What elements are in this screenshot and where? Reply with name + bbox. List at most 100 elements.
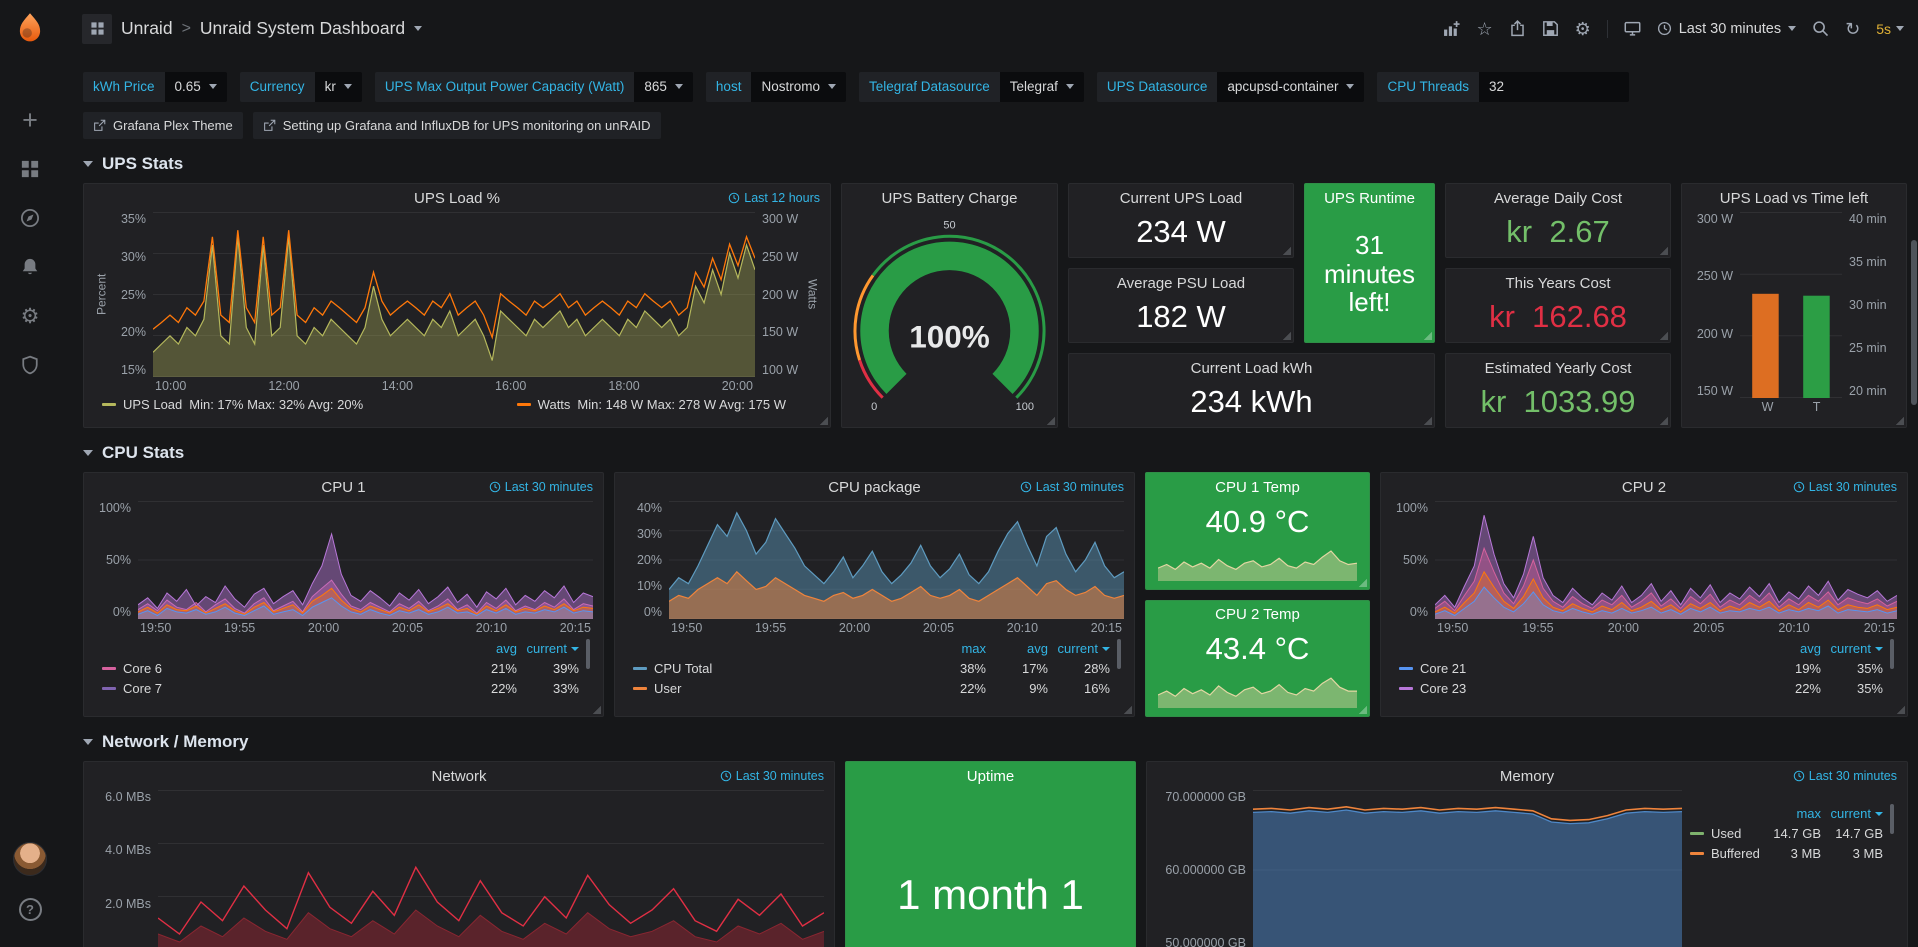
section-ups-stats[interactable]: UPS Stats (83, 139, 1908, 183)
legend-row[interactable]: Core 722%33% (102, 678, 579, 698)
breadcrumb-app[interactable]: Unraid (121, 18, 173, 39)
legend-scrollbar[interactable] (586, 639, 590, 669)
resize-handle[interactable] (1282, 246, 1291, 255)
legend-scrollbar[interactable] (1890, 639, 1894, 669)
panel-average-psu-load: Average PSU Load 182 W (1068, 268, 1294, 343)
legend-header: avgcurrent (1399, 638, 1883, 658)
legend-item[interactable]: UPS LoadMin: 17% Max: 32% Avg: 20% (102, 397, 363, 412)
save-button[interactable] (1542, 20, 1559, 37)
legend-row[interactable]: CPU Total38%17%28% (633, 658, 1110, 678)
variable-value-dropdown[interactable]: Nostromo (751, 72, 846, 102)
caret-down-icon (1788, 26, 1796, 31)
variable-value-dropdown[interactable]: 0.65 (165, 72, 227, 102)
chart-plot[interactable] (1253, 790, 1682, 947)
dashboard-grid-icon[interactable] (82, 14, 112, 44)
dashboard-links-row: Grafana Plex Theme Setting up Grafana an… (83, 112, 1908, 139)
chart-plot[interactable] (1435, 501, 1897, 619)
user-avatar[interactable] (13, 842, 47, 876)
dashboard-settings-button[interactable]: ⚙ (1575, 20, 1591, 38)
star-button[interactable]: ☆ (1476, 20, 1492, 38)
grafana-logo[interactable] (12, 11, 48, 47)
refresh-button[interactable]: ↻ (1845, 20, 1860, 38)
legend-row[interactable]: Core 2119%35% (1399, 658, 1883, 678)
admin-shield-icon[interactable] (19, 354, 41, 376)
alerting-bell-icon[interactable] (19, 256, 41, 278)
chart-plot[interactable] (158, 790, 824, 947)
y-axis-left: 300 W250 W200 W150 W (1692, 212, 1740, 398)
zoom-out-button[interactable] (1812, 20, 1829, 37)
legend-row[interactable]: Used14.7 GB14.7 GB (1690, 823, 1883, 843)
resize-handle[interactable] (592, 705, 601, 714)
clock-icon (1793, 481, 1805, 493)
refresh-interval-dropdown[interactable]: 5s (1876, 21, 1904, 37)
create-icon[interactable]: + (19, 109, 41, 131)
variable-kwh-price: kWh Price 0.65 (83, 72, 227, 102)
chart-plot[interactable] (138, 501, 593, 619)
legend-scrollbar[interactable] (1117, 639, 1121, 669)
dashboard-link[interactable]: Grafana Plex Theme (83, 112, 243, 139)
legend-row[interactable]: Buffered3 MB3 MB (1690, 843, 1883, 863)
template-variables-row: kWh Price 0.65 Currency kr UPS Max Outpu… (83, 71, 1908, 102)
page-title[interactable]: Unraid System Dashboard (200, 18, 405, 39)
resize-handle[interactable] (1895, 416, 1904, 425)
resize-handle[interactable] (1659, 331, 1668, 340)
resize-handle[interactable] (1896, 705, 1905, 714)
breadcrumb-separator: > (182, 20, 191, 38)
stat-value: 1 month 1 (856, 790, 1125, 947)
tv-mode-button[interactable] (1624, 20, 1641, 37)
variable-value-dropdown[interactable]: kr (315, 72, 362, 102)
variable-ups-max-output: UPS Max Output Power Capacity (Watt) 865 (375, 72, 693, 102)
variable-ups-datasource: UPS Datasource apcupsd-container (1097, 72, 1365, 102)
configuration-gear-icon[interactable]: ⚙ (19, 305, 41, 327)
help-icon[interactable]: ? (19, 898, 42, 921)
add-panel-button[interactable] (1443, 20, 1460, 37)
stat-value: kr 1033.99 (1456, 382, 1660, 421)
panel-cpu-package: CPU package Last 30 minutes 40%30%20%10%… (614, 472, 1135, 717)
resize-handle[interactable] (1358, 705, 1367, 714)
battery-gauge: 100%050100 (852, 212, 1047, 417)
panel-ups-load-vs-time-left: UPS Load vs Time left 300 W250 W200 W150… (1681, 183, 1907, 428)
resize-handle[interactable] (1123, 705, 1132, 714)
variable-value-dropdown[interactable]: apcupsd-container (1217, 72, 1364, 102)
chart-plot[interactable] (1740, 212, 1842, 398)
time-range-picker[interactable]: Last 30 minutes (1657, 21, 1796, 37)
chevron-down-icon[interactable] (414, 26, 422, 31)
section-network-memory[interactable]: Network / Memory (83, 717, 1908, 761)
variable-value-dropdown[interactable]: Telegraf (1000, 72, 1084, 102)
legend-item[interactable]: WattsMin: 148 W Max: 278 W Avg: 175 W (517, 397, 786, 412)
legend-scrollbar[interactable] (1890, 804, 1894, 834)
share-button[interactable] (1509, 20, 1526, 37)
cpu-threads-input[interactable] (1479, 72, 1629, 102)
sidebar-bottom: ? (13, 842, 47, 921)
resize-handle[interactable] (1423, 416, 1432, 425)
x-axis: WT (1740, 398, 1842, 414)
dashboard-link[interactable]: Setting up Grafana and InfluxDB for UPS … (253, 112, 661, 139)
cpu-temp-column: CPU 1 Temp 40.9 °C CPU 2 Temp 43.4 °C (1145, 472, 1370, 717)
chart-plot[interactable] (669, 501, 1124, 619)
chart-plot[interactable] (153, 212, 755, 377)
section-cpu-stats[interactable]: CPU Stats (83, 428, 1908, 472)
resize-handle[interactable] (1046, 416, 1055, 425)
caret-down-icon (209, 84, 217, 89)
resize-handle[interactable] (1659, 246, 1668, 255)
y-axis-right: 40 min35 min30 min25 min20 min (1842, 212, 1896, 398)
explore-compass-icon[interactable] (19, 207, 41, 229)
stat-value: kr 2.67 (1456, 212, 1660, 251)
stat-value: kr 162.68 (1456, 297, 1660, 336)
resize-handle[interactable] (1358, 578, 1367, 587)
page-scrollbar[interactable] (1911, 240, 1917, 405)
resize-handle[interactable] (1659, 416, 1668, 425)
resize-handle[interactable] (819, 416, 828, 425)
stat-value: 182 W (1079, 297, 1283, 336)
external-link-icon (93, 119, 106, 132)
panel-time-override: Last 30 minutes (1793, 480, 1897, 494)
panel-average-daily-cost: Average Daily Cost kr 2.67 (1445, 183, 1671, 258)
resize-handle[interactable] (1282, 331, 1291, 340)
legend-row[interactable]: User22%9%16% (633, 678, 1110, 698)
dashboards-icon[interactable] (19, 158, 41, 180)
legend-row[interactable]: Core 621%39% (102, 658, 579, 678)
resize-handle[interactable] (1423, 331, 1432, 340)
variable-value-dropdown[interactable]: 865 (634, 72, 693, 102)
svg-text:100: 100 (1016, 401, 1034, 413)
legend-row[interactable]: Core 2322%35% (1399, 678, 1883, 698)
